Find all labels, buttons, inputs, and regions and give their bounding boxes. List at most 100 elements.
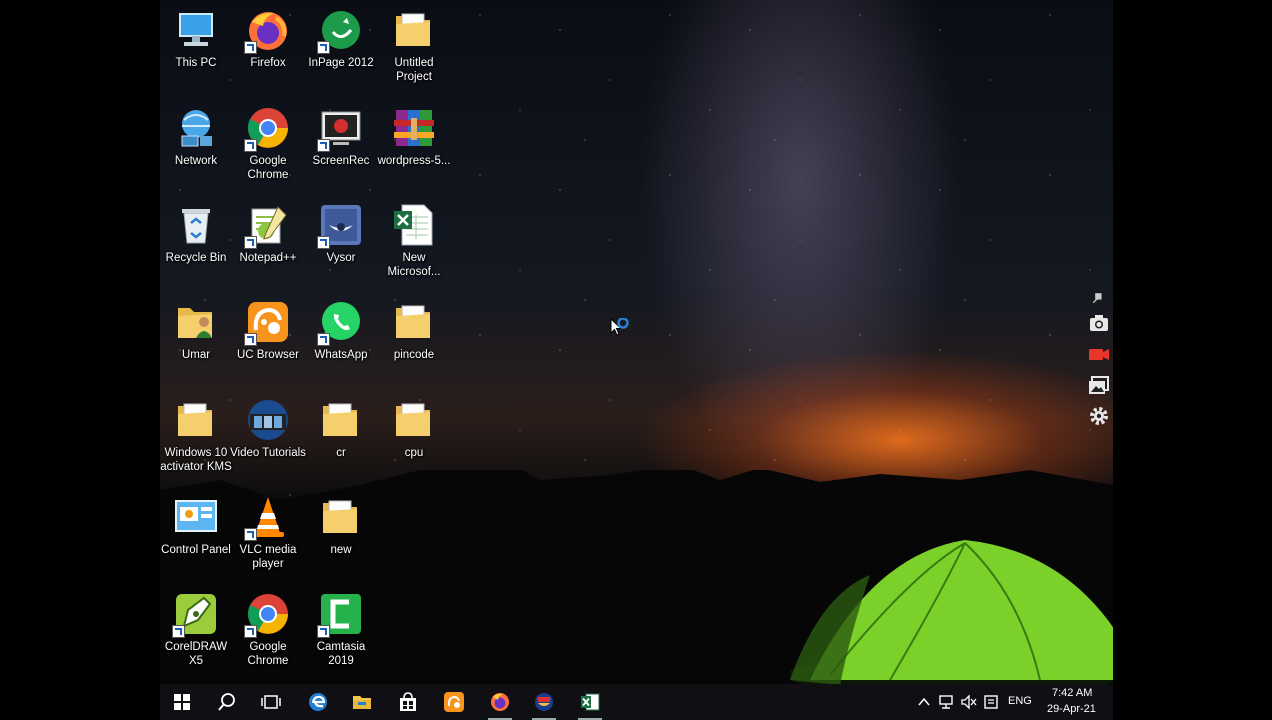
desktop-icon[interactable]: WhatsApp	[303, 300, 379, 362]
desktop-icon[interactable]: ScreenRec	[303, 106, 379, 168]
shortcut-arrow-icon	[244, 528, 257, 541]
desktop-icon[interactable]: UC Browser	[230, 300, 306, 362]
gallery-icon[interactable]	[1086, 372, 1112, 398]
desktop-icon-label: Windows 10 activator KMS	[160, 447, 232, 473]
folder-icon	[392, 8, 436, 52]
vysor-icon[interactable]	[524, 684, 564, 720]
video-tutorials-icon	[246, 398, 290, 442]
desktop-icon[interactable]: Video Tutorials	[230, 398, 306, 460]
video-record-icon[interactable]	[1086, 341, 1112, 367]
file-explorer-icon[interactable]	[342, 684, 382, 720]
coreldraw-icon	[172, 592, 218, 638]
desktop-icon[interactable]: InPage 2012	[303, 8, 379, 70]
desktop-icon[interactable]: cr	[303, 398, 379, 460]
desktop-icon-label: Video Tutorials	[230, 447, 306, 459]
task-view-icon[interactable]	[251, 684, 291, 720]
uc-browser-icon[interactable]	[434, 684, 474, 720]
desktop-icon[interactable]: cpu	[376, 398, 452, 460]
desktop-icon[interactable]: Notepad++	[230, 203, 306, 265]
chevron-up-icon[interactable]	[917, 695, 931, 709]
desktop-icon-label: Vysor	[326, 252, 356, 264]
store-icon[interactable]	[388, 684, 428, 720]
desktop-icon[interactable]: pincode	[376, 300, 452, 362]
screen-recorder-toolbar	[1086, 290, 1112, 428]
shortcut-arrow-icon	[317, 236, 330, 249]
desktop-icon[interactable]: Windows 10 activator KMS	[158, 398, 234, 474]
desktop-icon-label: ScreenRec	[312, 155, 370, 167]
winrar-archive-icon	[392, 106, 436, 150]
control-panel-icon	[174, 495, 218, 539]
folder-icon	[319, 495, 363, 539]
settings-gear-icon[interactable]	[1086, 403, 1112, 429]
desktop-icon[interactable]: This PC	[158, 8, 234, 70]
desktop-icon[interactable]: Google Chrome	[230, 592, 306, 668]
desktop-icon[interactable]: new	[303, 495, 379, 557]
pin-icon[interactable]	[1086, 290, 1112, 304]
shortcut-arrow-icon	[244, 41, 257, 54]
desktop-icon-label: Notepad++	[239, 252, 297, 264]
desktop-icon[interactable]: Firefox	[230, 8, 306, 70]
desktop-icon-label: VLC media player	[239, 544, 297, 570]
folder-icon	[319, 398, 363, 442]
shortcut-arrow-icon	[244, 139, 257, 152]
language-indicator[interactable]: ENG	[1008, 695, 1032, 707]
desktop-icon-label: Camtasia 2019	[316, 641, 366, 667]
desktop-icon-label: UC Browser	[237, 349, 299, 361]
firefox-icon	[244, 8, 290, 54]
folder-icon	[174, 398, 218, 442]
user-folder-icon	[174, 300, 218, 344]
uc-browser-icon	[244, 300, 290, 346]
shortcut-arrow-icon	[317, 333, 330, 346]
network-icon	[174, 106, 218, 150]
shortcut-arrow-icon	[317, 625, 330, 638]
desktop-icon[interactable]: CorelDRAW X5	[158, 592, 234, 668]
camera-icon[interactable]	[1086, 310, 1112, 336]
desktop-icon-label: New Microsof...	[387, 252, 441, 278]
desktop-icon[interactable]: VLC media player	[230, 495, 306, 571]
desktop-icon[interactable]: Control Panel	[158, 495, 234, 557]
firefox-icon[interactable]	[480, 684, 520, 720]
desktop-icon-label: new	[330, 544, 352, 556]
shortcut-arrow-icon	[317, 139, 330, 152]
desktop-icon-label: cpu	[404, 447, 424, 459]
recycle-bin-icon	[174, 203, 218, 247]
desktop-icon[interactable]: Umar	[158, 300, 234, 362]
desktop-icon-label: WhatsApp	[314, 349, 368, 361]
desktop-icon[interactable]: Camtasia 2019	[303, 592, 379, 668]
notepad-plus-plus-icon	[244, 203, 290, 249]
desktop-icon[interactable]: Vysor	[303, 203, 379, 265]
desktop-icon[interactable]: wordpress-5...	[376, 106, 452, 168]
windows-start-icon[interactable]	[162, 684, 202, 720]
desktop-icon-label: pincode	[393, 349, 435, 361]
desktop-icon-label: Firefox	[250, 57, 286, 69]
camtasia-icon	[317, 592, 363, 638]
network-icon[interactable]	[938, 694, 956, 710]
desktop-icon[interactable]: New Microsof...	[376, 203, 452, 279]
shortcut-arrow-icon	[244, 333, 257, 346]
shortcut-arrow-icon	[317, 41, 330, 54]
whatsapp-icon	[317, 300, 363, 346]
desktop-icon-label: This PC	[175, 57, 217, 69]
volume-muted-icon[interactable]	[960, 694, 978, 710]
shortcut-arrow-icon	[172, 625, 185, 638]
clock-time[interactable]: 7:42 AM	[1052, 687, 1092, 699]
desktop-icon-label: Network	[174, 155, 218, 167]
screenrec-icon	[317, 106, 363, 152]
desktop-icon[interactable]: Untitled Project	[376, 8, 452, 84]
excel-file-icon	[392, 203, 436, 247]
desktop-icon-label: InPage 2012	[308, 57, 374, 69]
desktop-icon-label: wordpress-5...	[377, 155, 451, 167]
this-pc-icon	[174, 8, 218, 52]
desktop-icon-label: Umar	[181, 349, 211, 361]
search-icon[interactable]	[207, 684, 247, 720]
clock-date[interactable]: 29-Apr-21	[1047, 703, 1096, 715]
desktop-icon-label: Recycle Bin	[165, 252, 227, 264]
excel-icon[interactable]	[570, 684, 610, 720]
desktop-icon[interactable]: Recycle Bin	[158, 203, 234, 265]
notifications-icon[interactable]	[983, 694, 999, 710]
desktop-icon-label: CorelDRAW X5	[164, 641, 228, 667]
desktop-icon[interactable]: Google Chrome	[230, 106, 306, 182]
taskbar: ENG 7:42 AM 29-Apr-21	[160, 684, 1113, 720]
edge-icon[interactable]	[298, 684, 338, 720]
desktop-icon[interactable]: Network	[158, 106, 234, 168]
